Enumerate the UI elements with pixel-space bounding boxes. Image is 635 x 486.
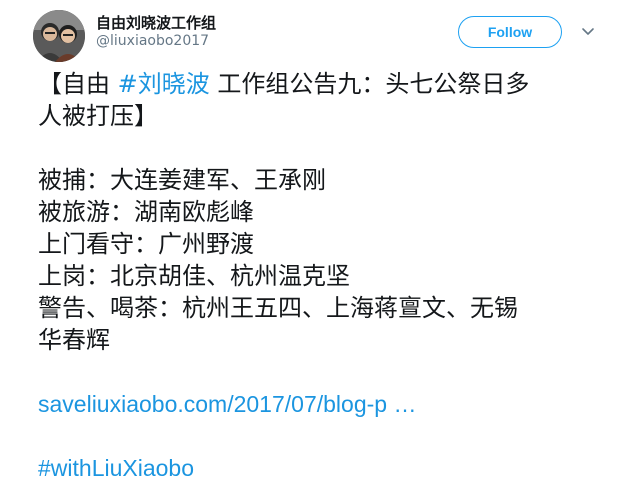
avatar[interactable] <box>33 10 85 62</box>
body-line: 被捕：大连姜建军、王承刚 <box>38 166 326 194</box>
hashtag-liuxiaobo[interactable]: #刘晓波 <box>118 70 210 98</box>
tweet-link[interactable]: saveliuxiaobo.com/2017/07/blog-p … <box>38 388 608 420</box>
title-line-1: 【自由 #刘晓波 工作组公告九：头七公祭日多 <box>38 68 608 100</box>
tweet-hashtag-paragraph: #withLiuXiaobo <box>38 452 608 484</box>
chevron-down-icon[interactable] <box>580 24 596 40</box>
tweet-text: 【自由 #刘晓波 工作组公告九：头七公祭日多 人被打压】 被捕：大连姜建军、王承… <box>38 68 608 484</box>
tweet-body: 被捕：大连姜建军、王承刚 被旅游：湖南欧彪峰 上门看守：广州野渡 上岗：北京胡佳… <box>38 164 608 356</box>
body-line: 被旅游：湖南欧彪峰 <box>38 198 254 226</box>
body-line: 上门看守：广州野渡 <box>38 230 254 258</box>
body-line: 上岗：北京胡佳、杭州温克坚 <box>38 262 350 290</box>
tweet-link-paragraph: saveliuxiaobo.com/2017/07/blog-p … <box>38 388 608 420</box>
author-handle[interactable]: @liuxiaobo2017 <box>96 33 209 49</box>
title-line-2: 人被打压】 <box>38 102 158 130</box>
tweet-card: 自由刘晓波工作组 @liuxiaobo2017 Follow 【自由 #刘晓波 … <box>0 0 635 486</box>
body-line: 警告、喝茶：杭州王五四、上海蒋亶文、无锡 <box>38 294 518 322</box>
follow-button[interactable]: Follow <box>458 16 562 48</box>
author-display-name[interactable]: 自由刘晓波工作组 <box>96 12 216 33</box>
avatar-image <box>33 10 85 62</box>
title-suffix: 工作组公告九：头七公祭日多 <box>209 70 530 98</box>
title-prefix: 【自由 <box>38 70 118 98</box>
tweet-title: 【自由 #刘晓波 工作组公告九：头七公祭日多 人被打压】 <box>38 68 608 132</box>
hashtag-withliuxiaobo[interactable]: #withLiuXiaobo <box>38 452 608 484</box>
body-line: 华春辉 <box>38 326 110 354</box>
